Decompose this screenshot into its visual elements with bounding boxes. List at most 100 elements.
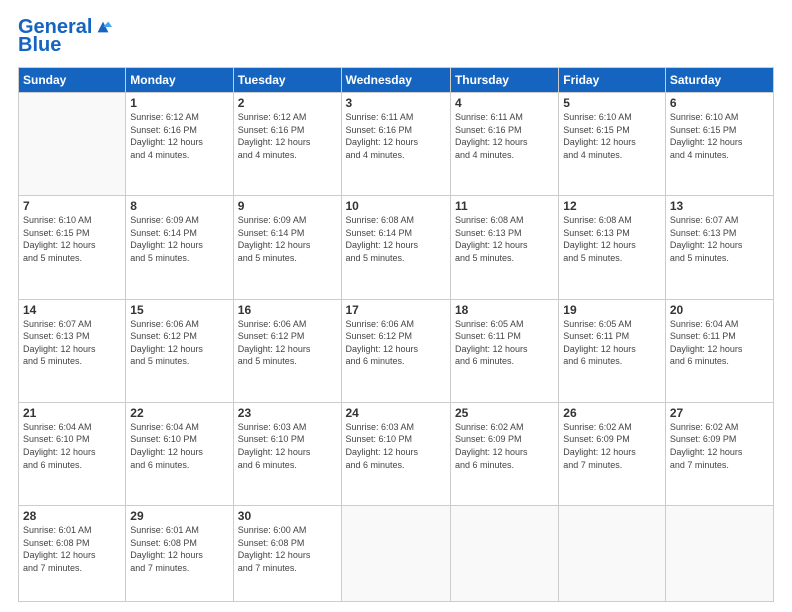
day-info: Sunrise: 6:05 AM Sunset: 6:11 PM Dayligh… (563, 318, 661, 368)
calendar-cell: 28Sunrise: 6:01 AM Sunset: 6:08 PM Dayli… (19, 506, 126, 602)
day-info: Sunrise: 6:00 AM Sunset: 6:08 PM Dayligh… (238, 524, 337, 574)
calendar-cell: 4Sunrise: 6:11 AM Sunset: 6:16 PM Daylig… (450, 93, 558, 196)
calendar-week-5: 28Sunrise: 6:01 AM Sunset: 6:08 PM Dayli… (19, 506, 774, 602)
calendar-cell: 12Sunrise: 6:08 AM Sunset: 6:13 PM Dayli… (559, 196, 666, 299)
day-info: Sunrise: 6:11 AM Sunset: 6:16 PM Dayligh… (346, 111, 446, 161)
calendar-week-1: 1Sunrise: 6:12 AM Sunset: 6:16 PM Daylig… (19, 93, 774, 196)
day-number: 10 (346, 199, 446, 213)
day-number: 22 (130, 406, 228, 420)
day-number: 5 (563, 96, 661, 110)
day-number: 11 (455, 199, 554, 213)
calendar-cell (665, 506, 773, 602)
day-number: 1 (130, 96, 228, 110)
calendar-cell: 6Sunrise: 6:10 AM Sunset: 6:15 PM Daylig… (665, 93, 773, 196)
calendar-cell: 24Sunrise: 6:03 AM Sunset: 6:10 PM Dayli… (341, 402, 450, 505)
day-number: 15 (130, 303, 228, 317)
logo-icon (94, 18, 112, 36)
calendar-cell: 29Sunrise: 6:01 AM Sunset: 6:08 PM Dayli… (126, 506, 233, 602)
day-number: 14 (23, 303, 121, 317)
day-number: 23 (238, 406, 337, 420)
day-info: Sunrise: 6:03 AM Sunset: 6:10 PM Dayligh… (346, 421, 446, 471)
day-number: 9 (238, 199, 337, 213)
day-info: Sunrise: 6:09 AM Sunset: 6:14 PM Dayligh… (130, 214, 228, 264)
calendar-cell: 9Sunrise: 6:09 AM Sunset: 6:14 PM Daylig… (233, 196, 341, 299)
day-number: 21 (23, 406, 121, 420)
calendar-table: SundayMondayTuesdayWednesdayThursdayFrid… (18, 67, 774, 602)
calendar-cell (559, 506, 666, 602)
day-number: 29 (130, 509, 228, 523)
day-number: 6 (670, 96, 769, 110)
calendar-cell: 10Sunrise: 6:08 AM Sunset: 6:14 PM Dayli… (341, 196, 450, 299)
day-number: 24 (346, 406, 446, 420)
day-info: Sunrise: 6:10 AM Sunset: 6:15 PM Dayligh… (563, 111, 661, 161)
day-info: Sunrise: 6:01 AM Sunset: 6:08 PM Dayligh… (130, 524, 228, 574)
calendar-week-4: 21Sunrise: 6:04 AM Sunset: 6:10 PM Dayli… (19, 402, 774, 505)
column-header-monday: Monday (126, 68, 233, 93)
day-number: 16 (238, 303, 337, 317)
day-info: Sunrise: 6:01 AM Sunset: 6:08 PM Dayligh… (23, 524, 121, 574)
logo: General Blue (18, 16, 112, 57)
day-number: 13 (670, 199, 769, 213)
calendar-cell (19, 93, 126, 196)
calendar-cell: 13Sunrise: 6:07 AM Sunset: 6:13 PM Dayli… (665, 196, 773, 299)
day-info: Sunrise: 6:08 AM Sunset: 6:13 PM Dayligh… (455, 214, 554, 264)
calendar-week-3: 14Sunrise: 6:07 AM Sunset: 6:13 PM Dayli… (19, 299, 774, 402)
day-info: Sunrise: 6:04 AM Sunset: 6:10 PM Dayligh… (23, 421, 121, 471)
calendar-cell: 21Sunrise: 6:04 AM Sunset: 6:10 PM Dayli… (19, 402, 126, 505)
day-info: Sunrise: 6:09 AM Sunset: 6:14 PM Dayligh… (238, 214, 337, 264)
day-info: Sunrise: 6:04 AM Sunset: 6:11 PM Dayligh… (670, 318, 769, 368)
day-info: Sunrise: 6:07 AM Sunset: 6:13 PM Dayligh… (670, 214, 769, 264)
day-info: Sunrise: 6:12 AM Sunset: 6:16 PM Dayligh… (130, 111, 228, 161)
day-number: 4 (455, 96, 554, 110)
day-info: Sunrise: 6:06 AM Sunset: 6:12 PM Dayligh… (346, 318, 446, 368)
calendar-cell: 17Sunrise: 6:06 AM Sunset: 6:12 PM Dayli… (341, 299, 450, 402)
day-info: Sunrise: 6:08 AM Sunset: 6:13 PM Dayligh… (563, 214, 661, 264)
day-info: Sunrise: 6:11 AM Sunset: 6:16 PM Dayligh… (455, 111, 554, 161)
calendar-cell (341, 506, 450, 602)
day-info: Sunrise: 6:04 AM Sunset: 6:10 PM Dayligh… (130, 421, 228, 471)
calendar-cell: 8Sunrise: 6:09 AM Sunset: 6:14 PM Daylig… (126, 196, 233, 299)
day-number: 18 (455, 303, 554, 317)
day-number: 2 (238, 96, 337, 110)
calendar-cell: 14Sunrise: 6:07 AM Sunset: 6:13 PM Dayli… (19, 299, 126, 402)
day-number: 20 (670, 303, 769, 317)
day-info: Sunrise: 6:03 AM Sunset: 6:10 PM Dayligh… (238, 421, 337, 471)
calendar-cell: 16Sunrise: 6:06 AM Sunset: 6:12 PM Dayli… (233, 299, 341, 402)
calendar-cell: 27Sunrise: 6:02 AM Sunset: 6:09 PM Dayli… (665, 402, 773, 505)
day-number: 28 (23, 509, 121, 523)
day-info: Sunrise: 6:02 AM Sunset: 6:09 PM Dayligh… (563, 421, 661, 471)
calendar-cell: 23Sunrise: 6:03 AM Sunset: 6:10 PM Dayli… (233, 402, 341, 505)
day-info: Sunrise: 6:02 AM Sunset: 6:09 PM Dayligh… (670, 421, 769, 471)
calendar-cell: 25Sunrise: 6:02 AM Sunset: 6:09 PM Dayli… (450, 402, 558, 505)
day-info: Sunrise: 6:02 AM Sunset: 6:09 PM Dayligh… (455, 421, 554, 471)
day-number: 17 (346, 303, 446, 317)
column-header-thursday: Thursday (450, 68, 558, 93)
column-header-saturday: Saturday (665, 68, 773, 93)
calendar-cell: 7Sunrise: 6:10 AM Sunset: 6:15 PM Daylig… (19, 196, 126, 299)
day-info: Sunrise: 6:06 AM Sunset: 6:12 PM Dayligh… (238, 318, 337, 368)
calendar-cell: 1Sunrise: 6:12 AM Sunset: 6:16 PM Daylig… (126, 93, 233, 196)
day-info: Sunrise: 6:05 AM Sunset: 6:11 PM Dayligh… (455, 318, 554, 368)
day-info: Sunrise: 6:06 AM Sunset: 6:12 PM Dayligh… (130, 318, 228, 368)
day-number: 30 (238, 509, 337, 523)
calendar-cell: 2Sunrise: 6:12 AM Sunset: 6:16 PM Daylig… (233, 93, 341, 196)
day-number: 26 (563, 406, 661, 420)
day-number: 8 (130, 199, 228, 213)
calendar-cell (450, 506, 558, 602)
calendar-cell: 30Sunrise: 6:00 AM Sunset: 6:08 PM Dayli… (233, 506, 341, 602)
calendar-header-row: SundayMondayTuesdayWednesdayThursdayFrid… (19, 68, 774, 93)
calendar-week-2: 7Sunrise: 6:10 AM Sunset: 6:15 PM Daylig… (19, 196, 774, 299)
day-number: 3 (346, 96, 446, 110)
column-header-sunday: Sunday (19, 68, 126, 93)
day-info: Sunrise: 6:08 AM Sunset: 6:14 PM Dayligh… (346, 214, 446, 264)
calendar-cell: 26Sunrise: 6:02 AM Sunset: 6:09 PM Dayli… (559, 402, 666, 505)
header: General Blue (18, 16, 774, 57)
day-info: Sunrise: 6:10 AM Sunset: 6:15 PM Dayligh… (23, 214, 121, 264)
calendar-cell: 19Sunrise: 6:05 AM Sunset: 6:11 PM Dayli… (559, 299, 666, 402)
day-number: 27 (670, 406, 769, 420)
column-header-tuesday: Tuesday (233, 68, 341, 93)
calendar-cell: 20Sunrise: 6:04 AM Sunset: 6:11 PM Dayli… (665, 299, 773, 402)
calendar-cell: 22Sunrise: 6:04 AM Sunset: 6:10 PM Dayli… (126, 402, 233, 505)
calendar-cell: 15Sunrise: 6:06 AM Sunset: 6:12 PM Dayli… (126, 299, 233, 402)
calendar-cell: 11Sunrise: 6:08 AM Sunset: 6:13 PM Dayli… (450, 196, 558, 299)
